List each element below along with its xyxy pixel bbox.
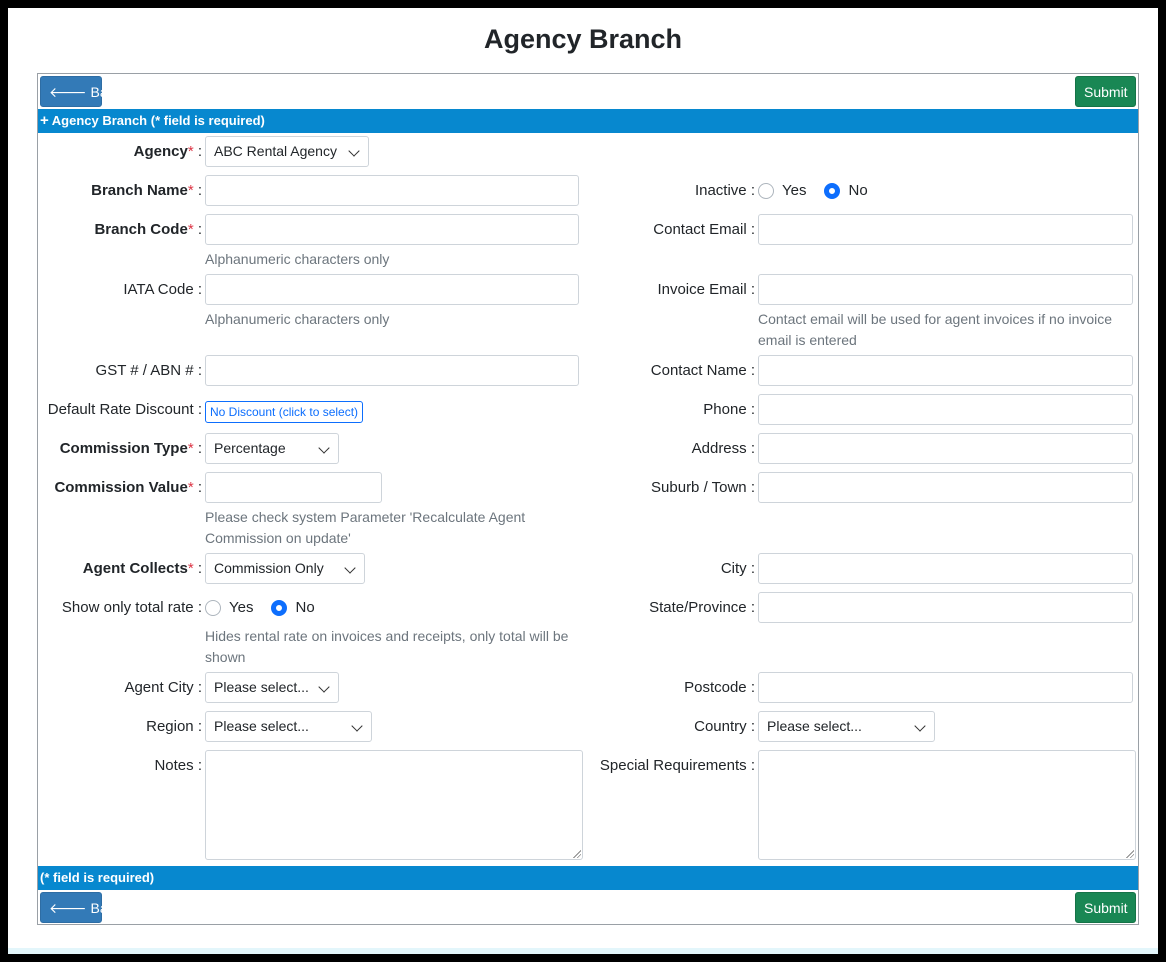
agency-branch-form: 🡐 Back Submit + Agency Branch (* field is … bbox=[37, 73, 1139, 925]
agency-label: Agency* : bbox=[133, 143, 202, 160]
phone-input[interactable] bbox=[758, 394, 1133, 425]
show-total-yes-radio[interactable] bbox=[205, 599, 221, 616]
show-total-radio-group: Yes No bbox=[205, 592, 333, 623]
special-requirements-wrapper bbox=[758, 750, 1136, 860]
branch-code-label: Branch Code* : bbox=[94, 221, 202, 238]
chevron-down-icon bbox=[351, 720, 363, 732]
show-total-hint: Hides rental rate on invoices and receip… bbox=[205, 628, 569, 665]
notes-textarea[interactable] bbox=[205, 750, 583, 860]
invoice-email-hint: Contact email will be used for agent inv… bbox=[758, 311, 1113, 348]
agent-collects-select[interactable]: Commission Only bbox=[205, 553, 365, 584]
special-requirements-textarea[interactable] bbox=[758, 750, 1136, 860]
commission-value-label: Commission Value* : bbox=[54, 479, 202, 496]
country-select[interactable]: Please select... bbox=[758, 711, 935, 742]
resize-handle-icon[interactable] bbox=[573, 850, 581, 858]
state-input[interactable] bbox=[758, 592, 1133, 623]
page-title: Agency Branch bbox=[483, 24, 683, 54]
chevron-down-icon bbox=[344, 562, 356, 574]
address-input[interactable] bbox=[758, 433, 1133, 464]
agent-city-select[interactable]: Please select... bbox=[205, 672, 339, 703]
postcode-input[interactable] bbox=[758, 672, 1133, 703]
region-select[interactable]: Please select... bbox=[205, 711, 372, 742]
state-label: State/Province : bbox=[649, 599, 755, 616]
plus-icon: + bbox=[40, 112, 49, 129]
chevron-down-icon bbox=[318, 681, 330, 693]
page-bottom-strip bbox=[8, 948, 1158, 954]
suburb-input[interactable] bbox=[758, 472, 1133, 503]
branch-name-label: Branch Name* : bbox=[91, 182, 202, 199]
submit-button-top[interactable]: Submit bbox=[1075, 76, 1136, 107]
iata-code-hint: Alphanumeric characters only bbox=[205, 311, 390, 327]
phone-label: Phone : bbox=[703, 401, 755, 418]
branch-code-input[interactable] bbox=[205, 214, 579, 245]
agency-select[interactable]: ABC Rental Agency bbox=[205, 136, 369, 167]
notes-wrapper bbox=[205, 750, 583, 860]
inactive-no-radio[interactable] bbox=[824, 182, 841, 199]
country-label: Country : bbox=[694, 718, 755, 735]
iata-code-input[interactable] bbox=[205, 274, 579, 305]
form-footer-band: (* field is required) bbox=[38, 866, 1138, 890]
postcode-label: Postcode : bbox=[684, 679, 755, 696]
branch-code-hint: Alphanumeric characters only bbox=[205, 251, 390, 267]
commission-type-select[interactable]: Percentage bbox=[205, 433, 339, 464]
form-header-band: + Agency Branch (* field is required) bbox=[38, 109, 1138, 133]
city-input[interactable] bbox=[758, 553, 1133, 584]
back-button-bottom[interactable]: 🡐 Back bbox=[40, 892, 122, 923]
invoice-email-input[interactable] bbox=[758, 274, 1133, 305]
contact-name-input[interactable] bbox=[758, 355, 1133, 386]
arrow-left-icon: 🡐 bbox=[49, 900, 87, 916]
region-label: Region : bbox=[146, 718, 202, 735]
agent-city-label: Agent City : bbox=[124, 679, 202, 696]
agent-collects-label: Agent Collects* : bbox=[82, 560, 202, 577]
back-button-top[interactable]: 🡐 Back bbox=[40, 76, 122, 107]
submit-button-bottom[interactable]: Submit bbox=[1075, 892, 1136, 923]
city-label: City : bbox=[720, 560, 755, 577]
iata-code-label: IATA Code : bbox=[123, 281, 202, 298]
rate-discount-button[interactable]: No Discount (click to select) bbox=[205, 401, 364, 423]
show-total-label: Show only total rate : bbox=[61, 599, 202, 616]
page: Agency Branch 🡐 Back Submit + Agency Branc… bbox=[8, 8, 1158, 954]
resize-handle-icon[interactable] bbox=[1126, 850, 1134, 858]
inactive-yes-radio[interactable] bbox=[758, 182, 774, 199]
contact-email-input[interactable] bbox=[758, 214, 1133, 245]
gst-label: GST # / ABN # : bbox=[95, 362, 202, 379]
commission-type-label: Commission Type* : bbox=[59, 440, 202, 457]
inactive-radio-group: Yes No bbox=[758, 175, 886, 206]
chevron-down-icon bbox=[348, 145, 360, 157]
contact-email-label: Contact Email : bbox=[653, 221, 755, 238]
show-total-no-radio[interactable] bbox=[271, 599, 288, 616]
invoice-email-label: Invoice Email : bbox=[657, 281, 755, 298]
suburb-label: Suburb / Town : bbox=[651, 479, 755, 496]
gst-input[interactable] bbox=[205, 355, 579, 386]
rate-discount-label: Default Rate Discount : bbox=[47, 401, 202, 418]
special-requirements-label: Special Requirements : bbox=[599, 757, 755, 774]
chevron-down-icon bbox=[914, 720, 926, 732]
contact-name-label: Contact Name : bbox=[650, 362, 755, 379]
notes-label: Notes : bbox=[154, 757, 202, 774]
branch-name-input[interactable] bbox=[205, 175, 579, 206]
arrow-left-icon: 🡐 bbox=[49, 84, 87, 100]
commission-value-input[interactable] bbox=[205, 472, 382, 503]
inactive-label: Inactive : bbox=[694, 182, 755, 199]
chevron-down-icon bbox=[318, 442, 330, 454]
address-label: Address : bbox=[691, 440, 755, 457]
commission-value-hint: Please check system Parameter 'Recalcula… bbox=[205, 509, 526, 546]
